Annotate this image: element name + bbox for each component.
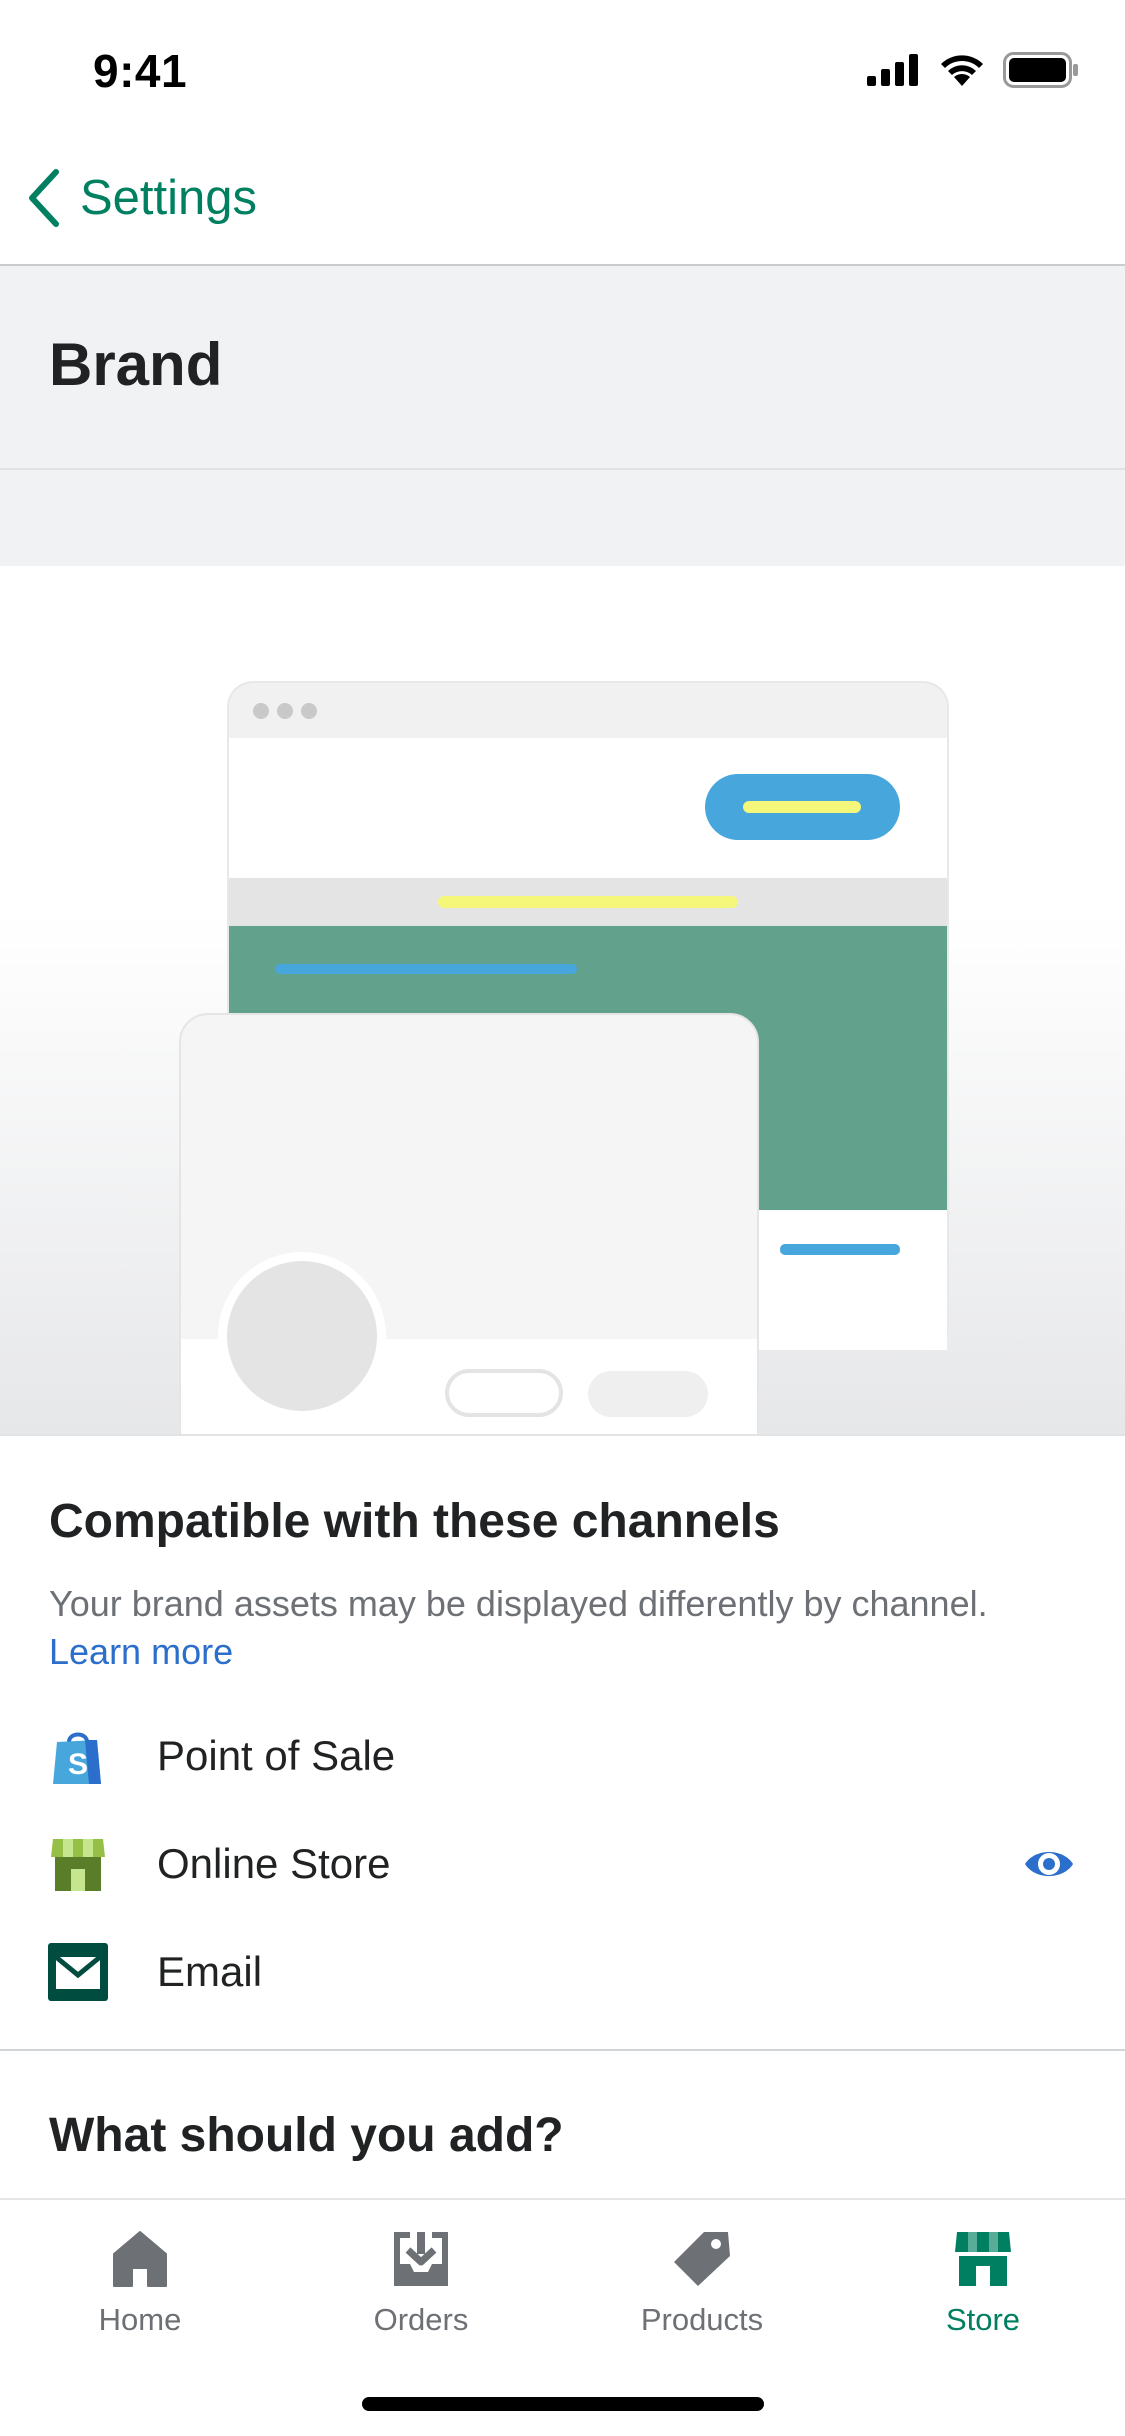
tag-icon xyxy=(674,2232,730,2286)
cellular-signal-icon xyxy=(867,54,918,86)
chevron-left-icon xyxy=(29,169,59,227)
channel-email: Email xyxy=(0,1922,1125,2022)
home-indicator xyxy=(362,2397,764,2411)
status-icons xyxy=(867,50,1079,90)
channels-description-text: Your brand assets may be displayed diffe… xyxy=(49,1583,988,1624)
tab-label: Store xyxy=(945,2302,1021,2337)
battery-icon xyxy=(1003,52,1078,88)
add-section-title: What should you add? xyxy=(49,2109,564,2162)
status-time: 9:41 xyxy=(93,45,188,97)
brand-preview-illustration xyxy=(179,681,949,1434)
tab-store[interactable]: Store xyxy=(863,2230,1103,2360)
tab-products[interactable]: Products xyxy=(582,2230,822,2360)
page-title: Brand xyxy=(49,331,223,398)
brand-illustration xyxy=(0,566,1125,1436)
learn-more-link[interactable]: Learn more xyxy=(49,1631,233,1672)
wifi-icon xyxy=(941,55,983,86)
home-icon xyxy=(113,2231,167,2287)
storefront-icon xyxy=(46,1832,110,1896)
envelope-icon xyxy=(46,1940,110,2004)
shopify-bag-icon: S xyxy=(46,1724,110,1788)
back-button-label: Settings xyxy=(80,171,258,225)
page-header: Brand xyxy=(0,266,1125,470)
channels-section-description: Your brand assets may be displayed diffe… xyxy=(49,1580,1089,1676)
tab-home[interactable]: Home xyxy=(20,2230,260,2360)
orders-inbox-icon xyxy=(394,2232,448,2286)
tab-label: Products xyxy=(640,2302,764,2337)
eye-icon[interactable] xyxy=(1019,1834,1079,1894)
status-bar: 9:41 xyxy=(0,0,1125,130)
channels-section-title: Compatible with these channels xyxy=(49,1495,780,1548)
tab-orders[interactable]: Orders xyxy=(301,2230,541,2360)
channel-label: Email xyxy=(157,1948,263,1995)
section-divider xyxy=(0,2049,1125,2051)
store-icon xyxy=(955,2232,1011,2286)
header-spacer xyxy=(0,470,1125,566)
tab-label: Orders xyxy=(373,2302,469,2337)
svg-text:S: S xyxy=(68,1748,88,1781)
navigation-bar: Settings xyxy=(0,130,1125,266)
channel-point-of-sale: S Point of Sale xyxy=(0,1706,1125,1806)
channel-online-store: Online Store xyxy=(0,1814,1125,1914)
channel-label: Online Store xyxy=(157,1840,391,1887)
channel-label: Point of Sale xyxy=(157,1732,396,1779)
tab-label: Home xyxy=(98,2302,182,2337)
back-button[interactable]: Settings xyxy=(24,166,257,230)
